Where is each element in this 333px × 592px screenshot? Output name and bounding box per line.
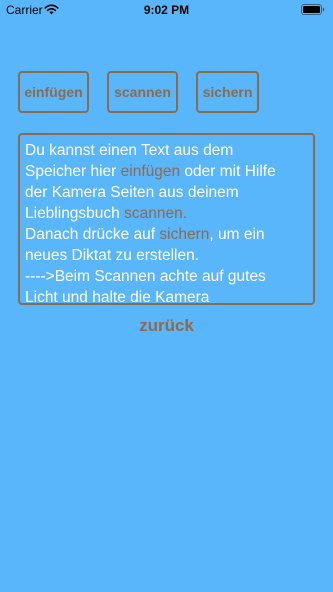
info-text: Lieblingsbuch [25,205,125,222]
info-text: oder mit Hilfe [180,163,276,180]
info-line: Licht und halte die Kamera [25,287,308,305]
info-line: Du kannst einen Text aus dem [25,140,308,161]
keyword-save: sichern [159,226,210,243]
insert-button[interactable]: einfügen [18,71,89,113]
info-line: ---->Beim Scannen achte auf gutes [25,266,308,287]
info-line: der Kamera Seiten aus deinem [25,182,308,203]
info-line: Lieblingsbuch scannen. [25,203,308,224]
info-text: Du kannst einen Text aus dem [25,142,234,159]
info-line: Danach drücke auf sichern, um ein [25,224,308,245]
info-line: neues Diktat zu erstellen. [25,245,308,266]
info-text: der Kamera Seiten aus deinem [25,184,239,201]
save-button[interactable]: sichern [196,71,259,113]
back-button[interactable]: zurück [0,316,333,336]
info-text: Licht und halte die Kamera [25,289,210,305]
screen: Carrier 9:02 PM einfügen scannen sichern… [0,0,333,592]
status-bar: Carrier 9:02 PM [0,0,333,20]
battery-icon [301,4,325,15]
info-text: . [182,205,188,222]
info-text: Speicher hier [25,163,121,180]
info-text-box[interactable]: Du kannst einen Text aus dem Speicher hi… [18,133,315,305]
info-text: Danach drücke auf [25,226,160,243]
info-line: Speicher hier einfügen oder mit Hilfe [25,161,308,182]
keyword-scan: scannen [124,205,183,222]
info-text: neues Diktat zu erstellen. [25,247,200,264]
scan-button[interactable]: scannen [107,71,178,113]
clock-time: 9:02 PM [143,3,190,17]
info-text: , um ein [209,226,265,243]
info-text: ---->Beim Scannen achte auf gutes [25,268,266,285]
keyword-insert: einfügen [120,163,181,180]
